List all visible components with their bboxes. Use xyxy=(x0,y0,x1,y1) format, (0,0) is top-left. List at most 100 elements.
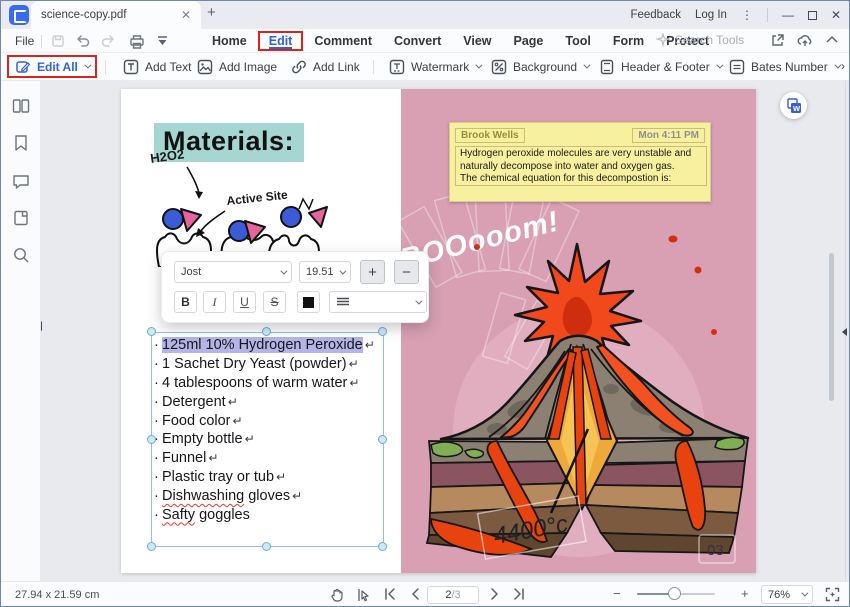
bullet: · xyxy=(154,469,162,485)
italic-button[interactable]: I xyxy=(203,291,226,313)
login-link[interactable]: Log In xyxy=(695,9,727,21)
share-icon[interactable] xyxy=(770,33,785,48)
list-item[interactable]: ·4 tablespoons of warm water↵ xyxy=(154,374,375,393)
maximize-button[interactable] xyxy=(808,11,817,20)
color-swatch xyxy=(303,297,314,308)
font-color-button[interactable] xyxy=(297,291,320,313)
comment-icon[interactable] xyxy=(12,172,30,190)
list-item[interactable]: ·Funnel↵ xyxy=(154,449,375,468)
bullet: · xyxy=(154,394,162,410)
font-family-select[interactable]: Jost xyxy=(174,261,292,283)
resize-handle-ne[interactable] xyxy=(378,327,387,336)
bullet: · xyxy=(154,488,162,504)
feedback-link[interactable]: Feedback xyxy=(630,9,681,21)
resize-handle-n[interactable] xyxy=(262,327,271,336)
strikethrough-button[interactable]: S xyxy=(263,291,286,313)
menu-item-view[interactable]: View xyxy=(452,31,502,51)
watermark-button[interactable]: Watermark xyxy=(389,53,480,80)
new-tab-button[interactable]: + xyxy=(207,4,216,21)
underline-button[interactable]: U xyxy=(233,291,256,313)
menu-item-home[interactable]: Home xyxy=(201,31,258,51)
word-file-icon: W xyxy=(786,98,802,114)
undo-icon[interactable] xyxy=(75,34,90,48)
attachment-icon[interactable] xyxy=(12,209,30,227)
list-item[interactable]: ·Detergent↵ xyxy=(154,392,375,411)
menu-item-comment[interactable]: Comment xyxy=(303,31,383,51)
decrease-font-button[interactable]: − xyxy=(394,260,419,284)
zoom-slider[interactable] xyxy=(637,593,715,595)
vertical-scrollbar[interactable] xyxy=(829,253,834,401)
search-tools[interactable]: Search Tools xyxy=(656,33,744,47)
list-item[interactable]: ·1 Sachet Dry Yeast (powder)↵ xyxy=(154,355,375,374)
menu-item-convert[interactable]: Convert xyxy=(383,31,452,51)
search-icon[interactable] xyxy=(12,246,30,264)
save-icon[interactable] xyxy=(51,34,65,48)
document-tab[interactable]: science-copy.pdf ✕ xyxy=(31,1,201,29)
misspelled-word: Safty xyxy=(162,507,195,523)
alignment-select[interactable] xyxy=(329,291,427,313)
select-tool-icon[interactable] xyxy=(355,587,371,603)
fullscreen-icon[interactable] xyxy=(825,587,840,602)
next-page-icon[interactable] xyxy=(489,587,501,601)
sticky-note[interactable]: Brook Wells Mon 4:11 PM Hydrogen peroxid… xyxy=(449,122,711,202)
more-menu-icon[interactable]: ⋮ xyxy=(741,8,753,22)
add-text-button[interactable]: Add Text xyxy=(123,53,191,80)
menu-item-form[interactable]: Form xyxy=(602,31,655,51)
resize-handle-nw[interactable] xyxy=(147,327,156,336)
hand-tool-icon[interactable] xyxy=(329,587,345,603)
list-item[interactable]: ·Empty bottle↵ xyxy=(154,430,375,449)
menubar: File HomeEditCommentConvertViewPageToolF… xyxy=(1,29,849,53)
print-icon[interactable] xyxy=(129,34,145,49)
last-page-icon[interactable] xyxy=(512,587,526,601)
expand-right-panel-arrow[interactable] xyxy=(842,328,847,336)
background-button[interactable]: Background xyxy=(491,53,588,80)
collapse-toolbar-icon[interactable] xyxy=(825,33,839,47)
menu-item-page[interactable]: Page xyxy=(503,31,555,51)
resize-handle-s[interactable] xyxy=(262,542,271,551)
zoom-slider-handle[interactable] xyxy=(668,587,681,600)
list-item[interactable]: ·125ml 10% Hydrogen Peroxide↵ xyxy=(154,336,375,355)
thumbnails-icon[interactable] xyxy=(12,97,30,115)
resize-handle-se[interactable] xyxy=(378,542,387,551)
font-size-select[interactable]: 19.51 xyxy=(299,261,351,283)
header-footer-button[interactable]: Header & Footer xyxy=(599,53,721,80)
list-item[interactable]: ·Safty goggles xyxy=(154,505,375,524)
close-button[interactable]: ✕ xyxy=(831,8,841,22)
minimize-button[interactable]: — xyxy=(782,8,794,22)
list-item-text: Dishwashing gloves xyxy=(162,488,290,504)
bookmark-icon[interactable] xyxy=(12,134,30,152)
increase-font-button[interactable]: + xyxy=(360,260,385,284)
list-item[interactable]: ·Dishwashing gloves↵ xyxy=(154,486,375,505)
cloud-upload-icon[interactable] xyxy=(797,33,813,48)
resize-handle-e[interactable] xyxy=(378,435,387,444)
bold-button[interactable]: B xyxy=(174,291,197,313)
h2o2-label: H2O2 xyxy=(149,147,185,166)
paragraph-mark: ↵ xyxy=(245,432,255,446)
zoom-level-select[interactable]: 76% xyxy=(761,585,813,604)
note-text-line: Hydrogen peroxide molecules are very uns… xyxy=(460,148,702,161)
toolbar-options-icon[interactable] xyxy=(156,34,169,47)
resize-handle-sw[interactable] xyxy=(147,542,156,551)
more-tools-arrow[interactable]: › xyxy=(841,59,845,73)
menu-item-edit[interactable]: Edit xyxy=(258,31,304,51)
first-page-icon[interactable] xyxy=(383,587,397,601)
add-link-button[interactable]: Add Link xyxy=(291,53,360,80)
edit-all-button[interactable]: Edit All xyxy=(7,55,97,78)
list-item[interactable]: ·Food color↵ xyxy=(154,411,375,430)
convert-to-word-badge[interactable]: W xyxy=(780,92,807,119)
add-image-button[interactable]: Add Image xyxy=(197,53,277,80)
list-item[interactable]: ·Plastic tray or tub↵ xyxy=(154,468,375,487)
bullet: · xyxy=(154,375,162,391)
menu-item-tool[interactable]: Tool xyxy=(554,31,601,51)
note-author: Brook Wells xyxy=(455,128,525,143)
zoom-in-button[interactable]: + xyxy=(741,586,749,601)
page-number-input[interactable]: 2/3 xyxy=(427,586,479,604)
redo-icon[interactable] xyxy=(101,34,116,48)
file-menu[interactable]: File xyxy=(15,34,34,48)
add-text-icon xyxy=(123,59,139,75)
bates-number-button[interactable]: Bates Number xyxy=(729,53,839,80)
previous-page-icon[interactable] xyxy=(409,587,421,601)
resize-handle-w[interactable] xyxy=(147,435,156,444)
tab-close-icon[interactable]: ✕ xyxy=(181,8,191,22)
zoom-out-button[interactable]: − xyxy=(613,586,621,601)
